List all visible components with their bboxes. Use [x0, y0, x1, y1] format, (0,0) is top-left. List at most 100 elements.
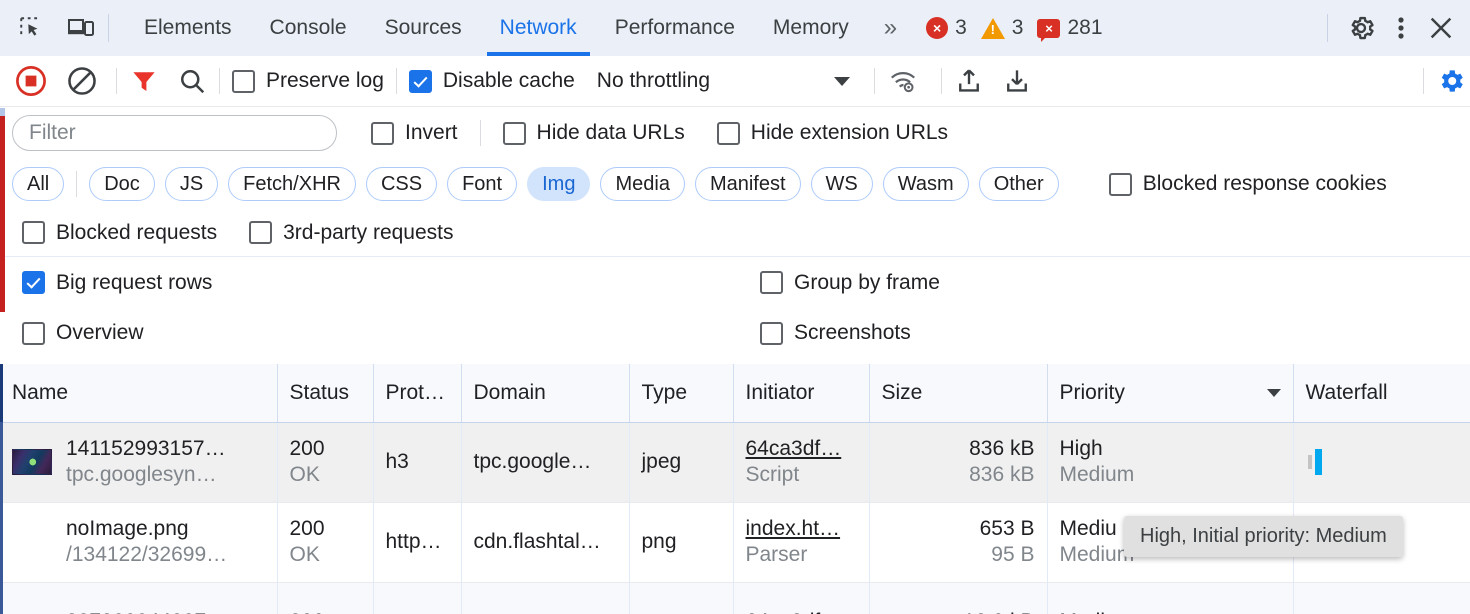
- column-header-waterfall[interactable]: Waterfall: [1293, 364, 1470, 422]
- inspect-element-icon[interactable]: [14, 11, 48, 45]
- column-header-priority[interactable]: Priority: [1047, 364, 1293, 422]
- more-options-icon[interactable]: [1384, 11, 1418, 45]
- column-header-status[interactable]: Status: [277, 364, 373, 422]
- tab-memory[interactable]: Memory: [754, 0, 868, 56]
- message-counter[interactable]: × 281: [1033, 16, 1106, 40]
- cell-name[interactable]: 141152993157… tpc.googlesyn…: [0, 422, 277, 502]
- blocked-requests-checkbox[interactable]: Blocked requests: [22, 221, 217, 245]
- column-header-size[interactable]: Size: [869, 364, 1047, 422]
- cell-initiator[interactable]: index.ht… Parser: [733, 502, 869, 582]
- type-filter-chips: All Doc JS Fetch/XHR CSS Font Img Media …: [0, 159, 1470, 209]
- throttling-select[interactable]: No throttling: [597, 69, 850, 93]
- column-header-name[interactable]: Name: [0, 364, 277, 422]
- chip-img[interactable]: Img: [527, 167, 590, 201]
- tab-console[interactable]: Console: [251, 0, 366, 56]
- big-request-rows-box: [22, 271, 45, 294]
- chip-media[interactable]: Media: [600, 167, 684, 201]
- cell-type: [629, 582, 733, 614]
- initiator-link[interactable]: 64ca3df: [746, 610, 821, 614]
- chip-css[interactable]: CSS: [366, 167, 437, 201]
- error-icon: ×: [926, 17, 948, 39]
- column-header-protocol[interactable]: Prot…: [373, 364, 461, 422]
- filter-input[interactable]: [12, 115, 337, 151]
- table-row[interactable]: 141152993157… tpc.googlesyn… 200 OK h3 t…: [0, 422, 1470, 502]
- chip-js[interactable]: JS: [165, 167, 218, 201]
- network-conditions-icon[interactable]: [887, 66, 919, 96]
- clear-button[interactable]: [66, 65, 98, 97]
- screenshots-box: [760, 322, 783, 345]
- third-party-requests-label: 3rd-party requests: [283, 221, 453, 245]
- chip-wasm[interactable]: Wasm: [883, 167, 969, 201]
- status-code: 200: [290, 610, 325, 614]
- table-row[interactable]: 827299944997 200 64ca3df 12.0 kB Medium: [0, 582, 1470, 614]
- requests-table: Name Status Prot… Domain Type Initiator …: [0, 364, 1470, 614]
- tab-elements[interactable]: Elements: [125, 0, 251, 56]
- initiator-link[interactable]: 64ca3df…: [746, 438, 857, 460]
- cell-status: 200 OK: [277, 422, 373, 502]
- network-settings-gear-icon[interactable]: [1436, 66, 1470, 96]
- devtools-tabbar: Elements Console Sources Network Perform…: [0, 0, 1470, 56]
- blocked-requests-label: Blocked requests: [56, 221, 217, 245]
- tab-sources[interactable]: Sources: [366, 0, 481, 56]
- initiator-type: Parser: [746, 544, 857, 566]
- preserve-log-checkbox[interactable]: Preserve log: [232, 69, 384, 93]
- chip-all[interactable]: All: [12, 167, 64, 201]
- hide-data-urls-checkbox[interactable]: Hide data URLs: [503, 121, 685, 145]
- cell-priority[interactable]: Medium: [1047, 582, 1293, 614]
- error-count: 3: [955, 16, 967, 40]
- cell-initiator[interactable]: 64ca3df: [733, 582, 869, 614]
- close-devtools-icon[interactable]: [1424, 11, 1458, 45]
- status-text: OK: [290, 544, 361, 566]
- initiator-link[interactable]: index.ht…: [746, 518, 857, 540]
- warning-counter[interactable]: ! 3: [977, 16, 1028, 40]
- hide-extension-urls-checkbox[interactable]: Hide extension URLs: [717, 121, 948, 145]
- cell-type: png: [629, 502, 733, 582]
- big-request-rows-checkbox[interactable]: Big request rows: [22, 271, 212, 295]
- display-options-row-2: Overview Screenshots: [0, 308, 1470, 358]
- preserve-log-label: Preserve log: [266, 69, 384, 93]
- request-name: noImage.png: [66, 518, 227, 540]
- chip-fetch-xhr[interactable]: Fetch/XHR: [228, 167, 356, 201]
- column-header-initiator[interactable]: Initiator: [733, 364, 869, 422]
- chip-ws[interactable]: WS: [811, 167, 873, 201]
- request-path: /134122/32699…: [66, 544, 227, 566]
- error-counter[interactable]: × 3: [922, 16, 971, 40]
- chip-doc[interactable]: Doc: [89, 167, 155, 201]
- priority-value: Medium: [1060, 610, 1135, 614]
- column-header-domain[interactable]: Domain: [461, 364, 629, 422]
- group-by-frame-checkbox[interactable]: Group by frame: [760, 271, 940, 295]
- blocked-response-cookies-checkbox[interactable]: Blocked response cookies: [1109, 172, 1387, 196]
- chip-other[interactable]: Other: [979, 167, 1059, 201]
- overview-checkbox[interactable]: Overview: [22, 321, 144, 345]
- transfer-size: 653 B: [980, 518, 1035, 540]
- cell-domain: tpc.google…: [461, 422, 629, 502]
- device-toolbar-icon[interactable]: [64, 11, 98, 45]
- cell-name[interactable]: noImage.png /134122/32699…: [0, 502, 277, 582]
- invert-checkbox[interactable]: Invert: [371, 121, 458, 145]
- export-har-icon[interactable]: [1002, 66, 1032, 96]
- column-header-type[interactable]: Type: [629, 364, 733, 422]
- cell-name[interactable]: 827299944997: [0, 582, 277, 614]
- filter-bar: Invert Hide data URLs Hide extension URL…: [0, 107, 1470, 159]
- screenshots-checkbox[interactable]: Screenshots: [760, 321, 911, 345]
- record-button[interactable]: [14, 64, 48, 98]
- third-party-requests-checkbox[interactable]: 3rd-party requests: [249, 221, 453, 245]
- disable-cache-checkbox[interactable]: Disable cache: [409, 69, 575, 93]
- panel-tabs: Elements Console Sources Network Perform…: [125, 0, 868, 56]
- settings-gear-icon[interactable]: [1344, 11, 1378, 45]
- cell-initiator[interactable]: 64ca3df… Script: [733, 422, 869, 502]
- tab-network[interactable]: Network: [481, 0, 596, 56]
- overview-label: Overview: [56, 321, 144, 345]
- cell-priority[interactable]: High Medium: [1047, 422, 1293, 502]
- preserve-log-box: [232, 70, 255, 93]
- chip-manifest[interactable]: Manifest: [695, 167, 801, 201]
- chip-font[interactable]: Font: [447, 167, 517, 201]
- import-har-icon[interactable]: [954, 66, 984, 96]
- filter-toggle-icon[interactable]: [129, 66, 159, 96]
- sort-desc-icon: [1267, 389, 1281, 397]
- search-icon[interactable]: [177, 66, 207, 96]
- priority-value: High: [1060, 438, 1281, 460]
- tab-performance[interactable]: Performance: [596, 0, 754, 56]
- more-tabs-icon[interactable]: »: [868, 14, 910, 42]
- blocked-response-cookies-label: Blocked response cookies: [1143, 172, 1387, 196]
